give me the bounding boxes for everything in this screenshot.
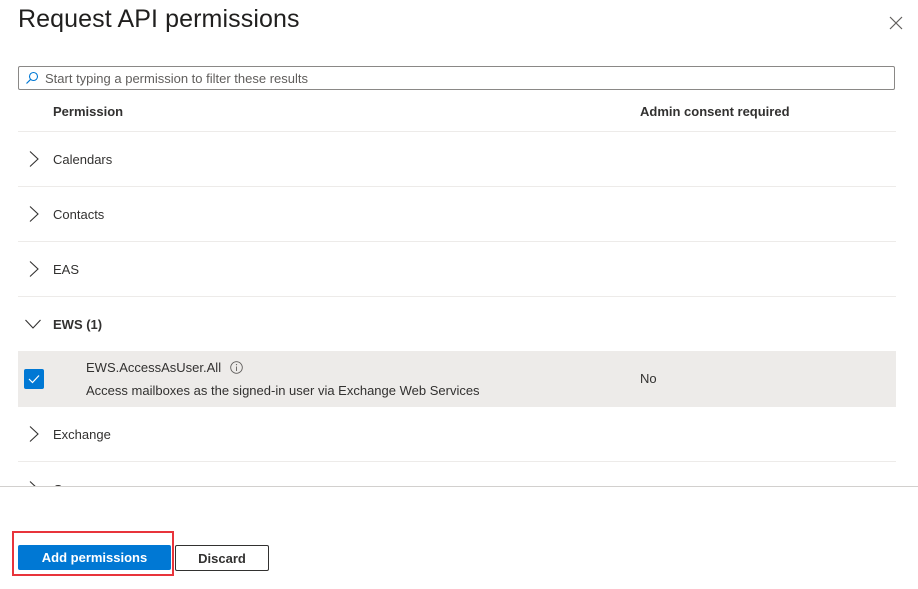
close-button[interactable] — [887, 14, 905, 32]
checkmark-icon — [28, 375, 40, 384]
chevron-right-icon — [27, 425, 41, 443]
permissions-list: Calendars Contacts EAS EWS (1) EWS.Acces… — [18, 131, 896, 487]
admin-consent-value: No — [640, 371, 657, 386]
permission-filter-search[interactable] — [18, 66, 895, 90]
group-label: Calendars — [53, 151, 113, 167]
column-header-admin-consent: Admin consent required — [640, 104, 790, 119]
group-calendars[interactable]: Calendars — [18, 132, 896, 187]
permission-checkbox[interactable] — [24, 369, 44, 389]
discard-button[interactable]: Discard — [175, 545, 269, 571]
group-contacts[interactable]: Contacts — [18, 187, 896, 242]
close-icon — [889, 16, 903, 30]
footer-divider — [0, 486, 918, 487]
permission-description: Access mailboxes as the signed-in user v… — [86, 383, 480, 398]
info-icon[interactable] — [230, 361, 243, 374]
chevron-down-icon — [24, 317, 42, 331]
group-label: Exchange — [53, 426, 111, 442]
search-input[interactable] — [45, 70, 894, 86]
dialog-title: Request API permissions — [18, 5, 300, 33]
add-permissions-button[interactable]: Add permissions — [18, 545, 171, 570]
chevron-right-icon — [27, 205, 41, 223]
chevron-right-icon — [27, 260, 41, 278]
group-eas[interactable]: EAS — [18, 242, 896, 297]
chevron-right-icon — [27, 150, 41, 168]
permission-row[interactable]: EWS.AccessAsUser.All Access mailboxes as… — [18, 351, 896, 407]
group-label: EWS (1) — [53, 316, 103, 332]
group-label: EAS — [53, 261, 80, 277]
group-exchange[interactable]: Exchange — [18, 407, 896, 462]
group-label: Contacts — [53, 206, 105, 222]
search-icon — [25, 71, 39, 85]
column-header-permission: Permission — [53, 104, 124, 119]
permission-name-text: EWS.AccessAsUser.All — [86, 360, 222, 375]
permission-name: EWS.AccessAsUser.All — [86, 360, 243, 375]
group-ews[interactable]: EWS (1) — [18, 297, 896, 351]
group-g[interactable]: G — [18, 462, 896, 487]
